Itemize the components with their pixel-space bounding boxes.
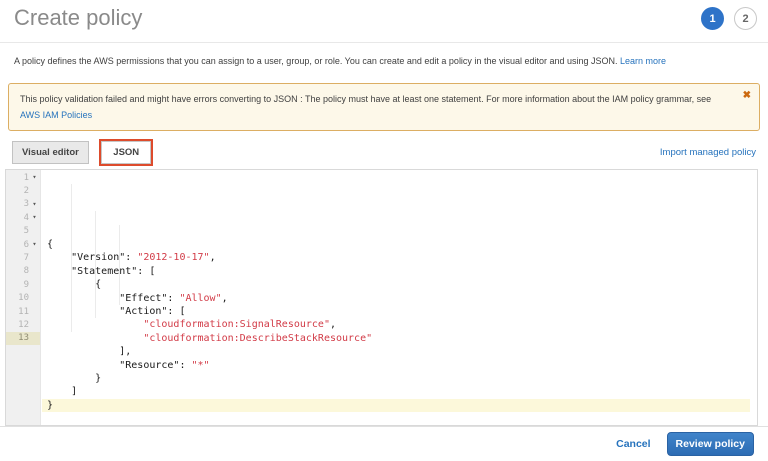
code-line[interactable]: ],	[47, 345, 757, 358]
editor-tabs: Visual editor JSON Import managed policy	[12, 141, 756, 167]
fold-caret-icon[interactable]: ▾	[29, 174, 40, 181]
code-line[interactable]: "cloudformation:DescribeStackResource"	[47, 332, 757, 345]
line-number[interactable]: 10	[6, 292, 40, 305]
code-line[interactable]: }	[47, 372, 757, 385]
tab-visual-editor[interactable]: Visual editor	[12, 141, 89, 164]
line-number[interactable]: 5	[6, 225, 40, 238]
code-line[interactable]: }	[42, 399, 750, 412]
alert-message: This policy validation failed and might …	[20, 94, 711, 104]
code-line[interactable]: ]	[47, 385, 757, 398]
validation-alert-banner: This policy validation failed and might …	[8, 83, 760, 131]
fold-caret-icon[interactable]: ▾	[29, 214, 40, 221]
learn-more-link[interactable]: Learn more	[620, 56, 666, 66]
action-footer: Cancel Review policy	[0, 426, 768, 461]
json-policy-editor[interactable]: 1▾23▾4▾56▾78910111213 { "Version": "2012…	[5, 169, 758, 426]
cancel-button[interactable]: Cancel	[616, 438, 650, 450]
alert-policy-grammar-link[interactable]: AWS IAM Policies	[20, 110, 92, 120]
header-divider	[0, 42, 768, 43]
line-number[interactable]: 13	[6, 332, 40, 345]
step-circle-2[interactable]: 2	[734, 7, 757, 30]
review-policy-button[interactable]: Review policy	[667, 432, 754, 456]
line-number[interactable]: 3▾	[6, 198, 40, 211]
code-line[interactable]: "Resource": "*"	[47, 359, 757, 372]
code-line[interactable]: "cloudformation:SignalResource",	[47, 318, 757, 331]
line-number[interactable]: 12	[6, 318, 40, 331]
line-number[interactable]: 9	[6, 278, 40, 291]
line-number[interactable]: 2	[6, 184, 40, 197]
line-number[interactable]: 6▾	[6, 238, 40, 251]
line-number[interactable]: 1▾	[6, 171, 40, 184]
line-number[interactable]: 4▾	[6, 211, 40, 224]
fold-caret-icon[interactable]: ▾	[29, 241, 40, 248]
page-title: Create policy	[14, 5, 142, 31]
import-managed-policy-link[interactable]: Import managed policy	[660, 147, 756, 158]
code-line[interactable]: "Effect": "Allow",	[47, 292, 757, 305]
editor-gutter: 1▾23▾4▾56▾78910111213	[6, 170, 41, 425]
wizard-step-indicator: 12	[701, 7, 757, 30]
code-line[interactable]: "Statement": [	[47, 265, 757, 278]
close-icon[interactable]: ✖	[743, 88, 751, 104]
step-circle-1[interactable]: 1	[701, 7, 724, 30]
fold-caret-icon[interactable]: ▾	[29, 201, 40, 208]
intro-text: A policy defines the AWS permissions tha…	[14, 55, 754, 67]
code-line[interactable]: {	[47, 238, 757, 251]
editor-code[interactable]: { "Version": "2012-10-17", "Statement": …	[42, 170, 757, 425]
code-line[interactable]: "Action": [	[47, 305, 757, 318]
code-line[interactable]: {	[47, 278, 757, 291]
line-number[interactable]: 8	[6, 265, 40, 278]
code-line[interactable]: "Version": "2012-10-17",	[47, 251, 757, 264]
tab-json[interactable]: JSON	[101, 141, 151, 164]
line-number[interactable]: 7	[6, 251, 40, 264]
line-number[interactable]: 11	[6, 305, 40, 318]
intro-text-body: A policy defines the AWS permissions tha…	[14, 56, 618, 66]
